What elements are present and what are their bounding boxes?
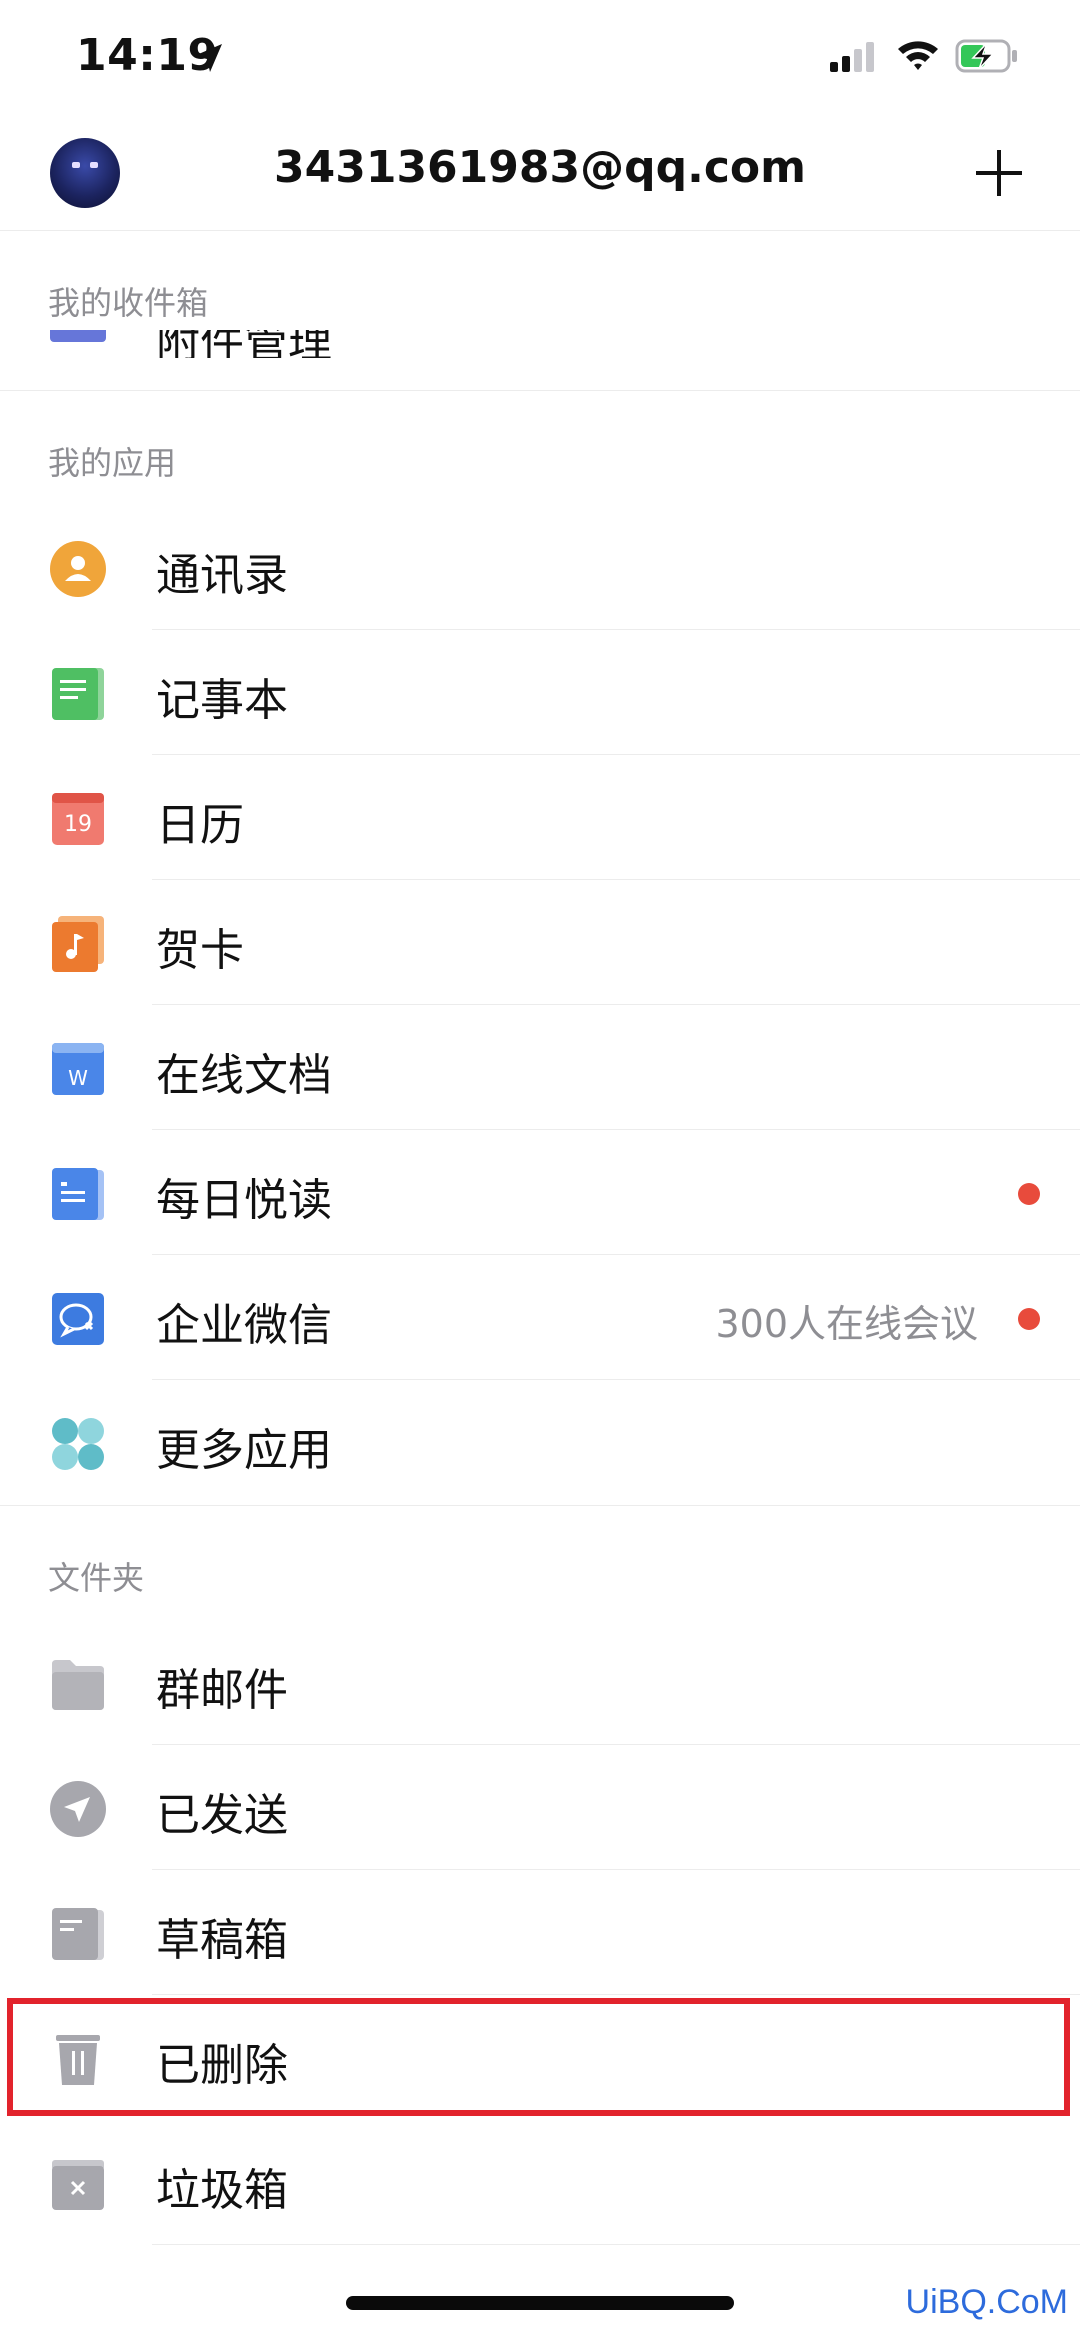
folder-icon bbox=[52, 1660, 104, 1710]
app-item-label: 更多应用 bbox=[156, 1425, 332, 1476]
wifi-icon bbox=[898, 41, 938, 70]
more-apps-icon bbox=[52, 1418, 104, 1470]
calendar-icon: 19 bbox=[52, 793, 104, 845]
app-item-label: 记事本 bbox=[156, 675, 288, 726]
app-item-label: 企业微信 bbox=[156, 1300, 332, 1351]
watermark: UiBQ.CoM bbox=[905, 2283, 1068, 2321]
wecom-promo-text: 300人在线会议 bbox=[715, 1302, 978, 1346]
svg-text:W: W bbox=[68, 1066, 88, 1090]
section-divider bbox=[0, 390, 1080, 391]
account-header: 3431361983@qq.com bbox=[0, 120, 1080, 231]
app-item-label: 每日悦读 bbox=[156, 1175, 332, 1226]
highlight-box bbox=[7, 1998, 1070, 2116]
app-item-calendar[interactable]: 19 日历 bbox=[0, 755, 1080, 880]
cellular-signal-icon bbox=[830, 42, 874, 72]
app-item-online-doc[interactable]: W 在线文档 bbox=[0, 1005, 1080, 1130]
app-item-wecom[interactable]: 企业微信 300人在线会议 bbox=[0, 1255, 1080, 1380]
inbox-section-title: 我的收件箱 bbox=[48, 284, 209, 322]
folder-item-sent[interactable]: 已发送 bbox=[0, 1745, 1080, 1870]
status-bar: 14:19 bbox=[0, 0, 1080, 120]
spam-icon bbox=[52, 2160, 104, 2210]
app-item-greeting-card[interactable]: 贺卡 bbox=[0, 880, 1080, 1005]
folder-item-label: 垃圾箱 bbox=[156, 2165, 288, 2216]
location-arrow-icon bbox=[194, 44, 222, 72]
app-item-daily-reading[interactable]: 每日悦读 bbox=[0, 1130, 1080, 1255]
unread-badge bbox=[1018, 1183, 1040, 1205]
online-doc-icon: W bbox=[52, 1043, 104, 1095]
apps-section-title: 我的应用 bbox=[48, 444, 177, 482]
daily-reading-icon bbox=[52, 1168, 104, 1220]
attachment-icon bbox=[50, 330, 106, 342]
wecom-icon bbox=[52, 1293, 104, 1345]
svg-text:19: 19 bbox=[64, 812, 92, 837]
app-item-label: 贺卡 bbox=[156, 925, 244, 976]
notepad-icon bbox=[52, 668, 104, 720]
folder-item-group-mail[interactable]: 群邮件 bbox=[0, 1620, 1080, 1745]
unread-badge bbox=[1018, 1308, 1040, 1330]
account-email[interactable]: 3431361983@qq.com bbox=[0, 142, 1080, 193]
app-item-label: 日历 bbox=[156, 800, 244, 851]
folder-item-label: 草稿箱 bbox=[156, 1915, 288, 1966]
greeting-card-icon bbox=[52, 916, 104, 972]
folder-item-drafts[interactable]: 草稿箱 bbox=[0, 1870, 1080, 1995]
home-indicator[interactable] bbox=[346, 2296, 734, 2310]
folder-item-label: 群邮件 bbox=[156, 1665, 288, 1716]
sent-icon bbox=[50, 1781, 106, 1837]
app-item-label: 通讯录 bbox=[156, 550, 288, 601]
folder-item-label: 已发送 bbox=[156, 1790, 288, 1841]
app-item-notepad[interactable]: 记事本 bbox=[0, 630, 1080, 755]
battery-charging-icon bbox=[955, 39, 1017, 73]
inbox-partial-item[interactable]: 附件管理 bbox=[0, 330, 1080, 358]
drafts-icon bbox=[52, 1908, 104, 1960]
app-item-label: 在线文档 bbox=[156, 1050, 332, 1101]
add-icon[interactable] bbox=[974, 148, 1024, 198]
folder-item-spam[interactable]: 垃圾箱 bbox=[0, 2120, 1080, 2245]
app-item-more-apps[interactable]: 更多应用 bbox=[0, 1380, 1080, 1505]
folders-section-title: 文件夹 bbox=[48, 1559, 145, 1597]
app-item-contacts[interactable]: 通讯录 bbox=[0, 505, 1080, 630]
section-divider bbox=[0, 1505, 1080, 1506]
contacts-icon bbox=[50, 541, 106, 597]
